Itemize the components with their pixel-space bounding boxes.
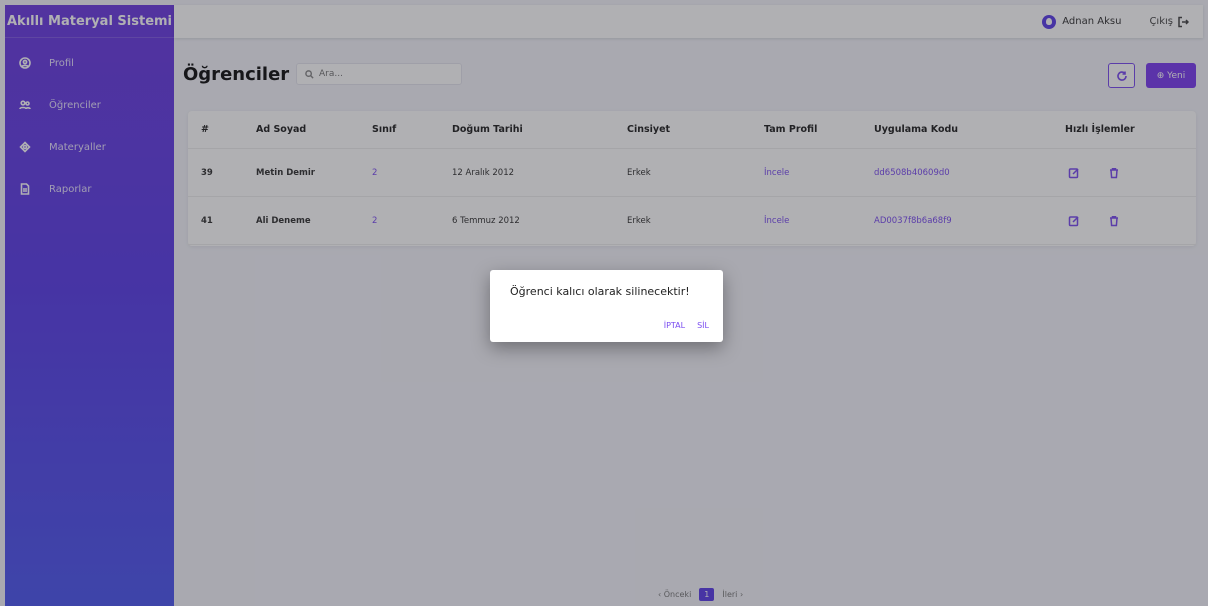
delete-confirm-dialog: Öğrenci kalıcı olarak silinecektir! İPTA… [490, 270, 723, 342]
dialog-actions: İPTAL SİL [652, 321, 709, 330]
delete-button[interactable]: SİL [697, 321, 709, 330]
cancel-button[interactable]: İPTAL [664, 321, 685, 330]
dialog-message: Öğrenci kalıcı olarak silinecektir! [510, 285, 690, 298]
